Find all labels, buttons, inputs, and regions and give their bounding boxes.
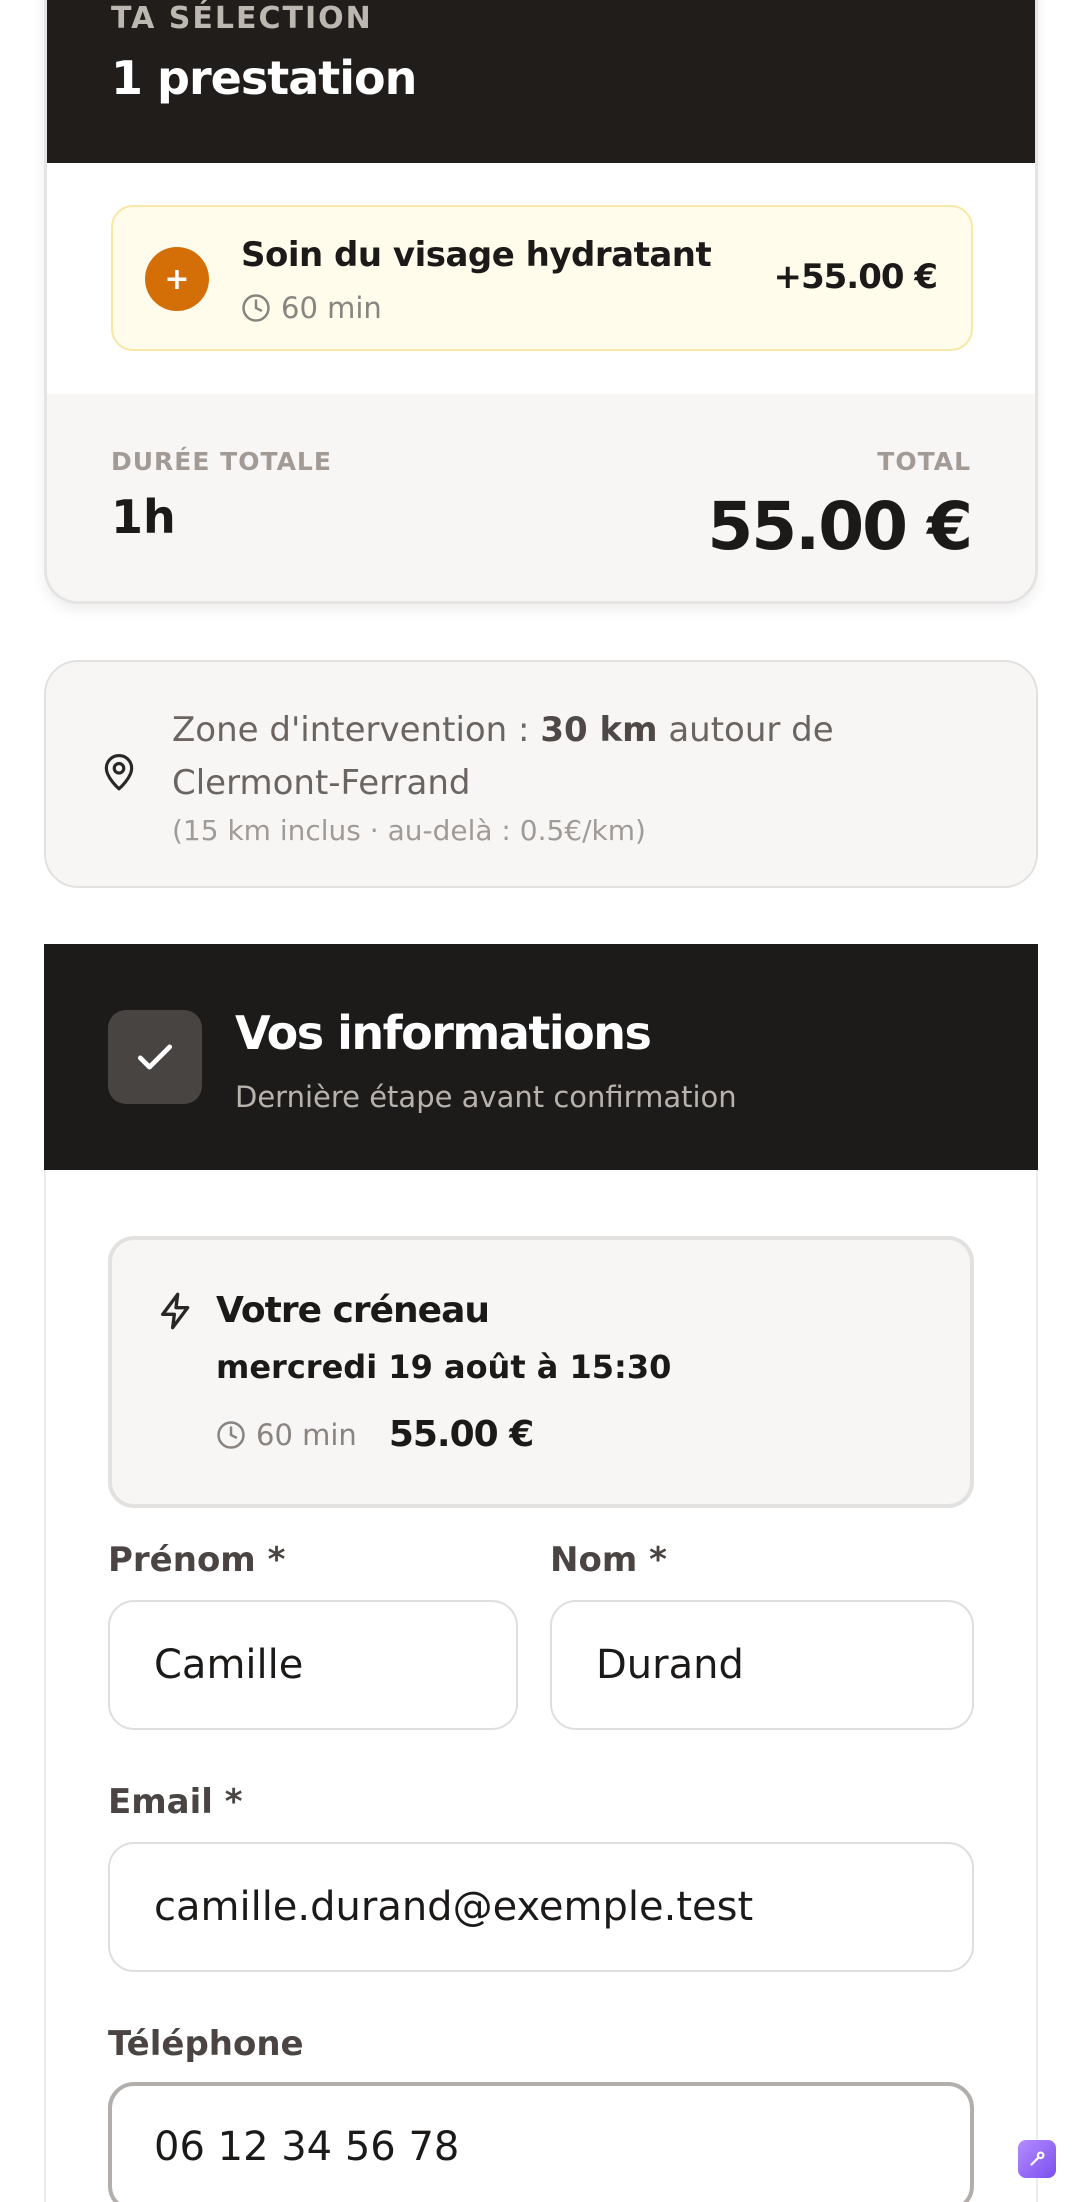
total-duration-value: 1h [111,490,176,544]
zone-description: Zone d'intervention : 30 km autour de Cl… [172,704,992,810]
sparkle-icon [1030,2151,1045,2166]
selection-header: TA SÉLECTION 1 prestation [47,0,1035,163]
email-input[interactable]: camille.durand@exemple.test [108,1842,974,1972]
phone-label: Téléphone [108,2024,304,2064]
info-subtitle: Dernière étape avant confirmation [235,1080,737,1114]
clock-icon [242,294,270,322]
selection-card: TA SÉLECTION 1 prestation + Soin du visa… [44,0,1038,604]
info-header: Vos informations Dernière étape avant co… [44,944,1038,1170]
totals-panel: DURÉE TOTALE 1h TOTAL 55.00 € [47,394,1035,601]
zone-detail: (15 km inclus · au-delà : 0.5€/km) [172,814,646,847]
last-name-input[interactable]: Durand [550,1600,974,1730]
service-price: +55.00 € [773,257,938,297]
customer-info-section: Vos informations Dernière étape avant co… [44,944,1038,2202]
slot-price: 55.00 € [388,1414,534,1455]
first-name-input[interactable]: Camille [108,1600,518,1730]
selection-count-title: 1 prestation [111,51,417,105]
slot-meta: 60 min 55.00 € [216,1414,534,1455]
service-zone-card: Zone d'intervention : 30 km autour de Cl… [44,660,1038,888]
selected-service-item[interactable]: + Soin du visage hydratant 60 min +55.00… [111,205,973,351]
slot-date: mercredi 19 août à 15:30 [216,1348,672,1386]
selected-slot-card: Votre créneau mercredi 19 août à 15:30 6… [108,1236,974,1508]
check-icon [137,1044,173,1070]
zone-distance: 30 km [540,710,658,750]
first-name-label: Prénom * [108,1540,286,1580]
lightning-icon [161,1292,190,1330]
floating-widget-button[interactable] [1018,2140,1056,2178]
selection-eyebrow: TA SÉLECTION [111,1,373,36]
slot-title: Votre créneau [216,1290,490,1331]
map-pin-icon [104,754,134,791]
service-name: Soin du visage hydratant [241,235,712,275]
service-duration-text: 60 min [281,291,382,325]
phone-input[interactable]: 06 12 34 56 78 [108,2082,974,2202]
email-label: Email * [108,1782,243,1822]
slot-duration: 60 min [256,1417,357,1452]
last-name-label: Nom * [550,1540,667,1580]
total-price-label: TOTAL [877,447,971,476]
total-price-value: 55.00 € [707,488,973,565]
total-duration-label: DURÉE TOTALE [111,447,332,476]
clock-icon [217,1420,245,1449]
check-badge [108,1010,202,1104]
info-title: Vos informations [235,1006,652,1060]
zone-prefix: Zone d'intervention : [172,710,530,750]
plus-icon: + [145,247,209,311]
service-duration: 60 min [241,291,382,325]
